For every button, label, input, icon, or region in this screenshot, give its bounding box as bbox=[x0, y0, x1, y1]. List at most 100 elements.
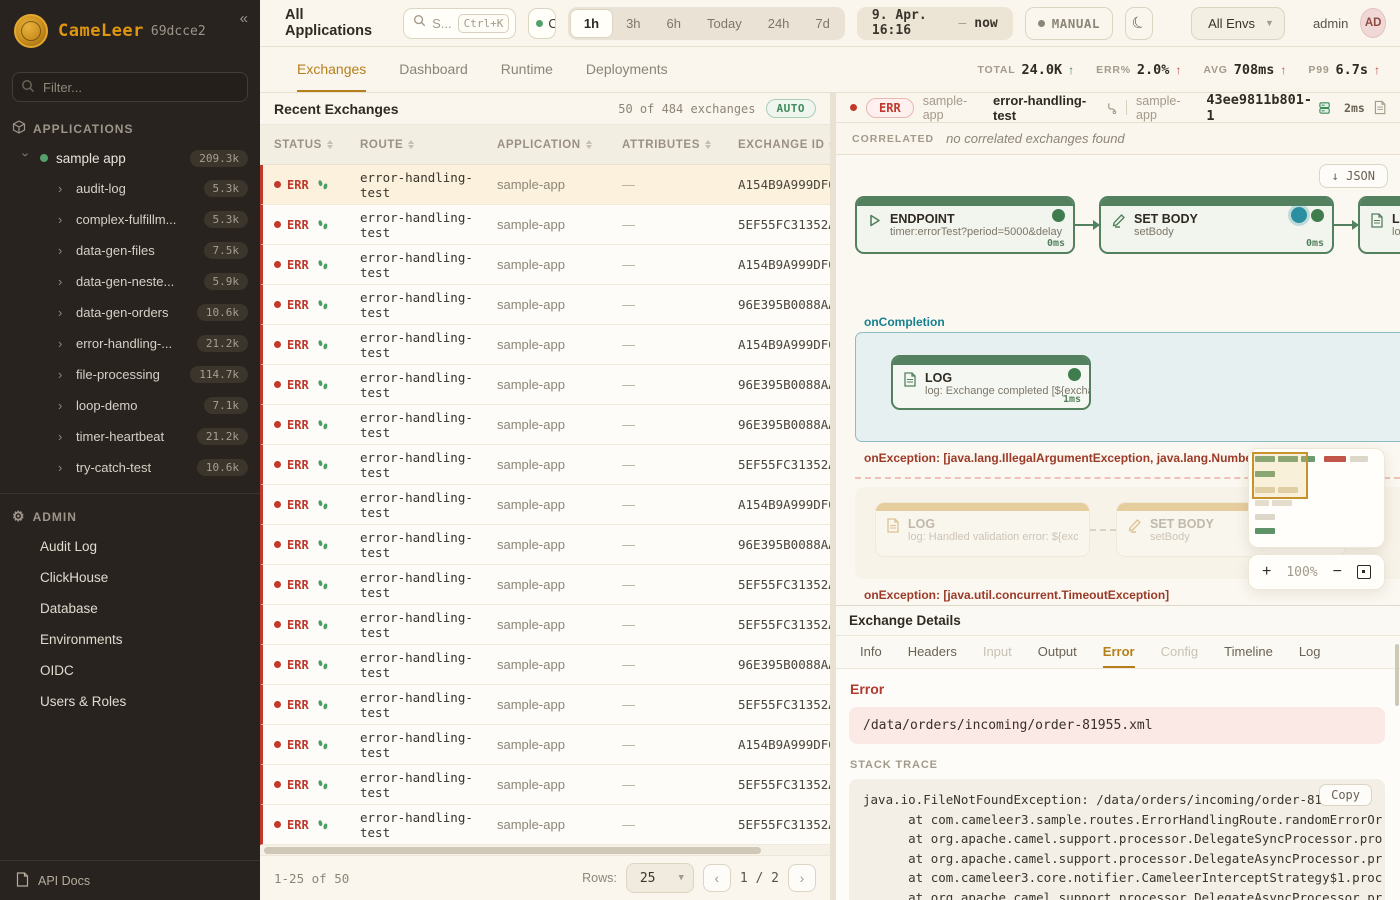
download-json-button[interactable]: ↓ JSON bbox=[1319, 164, 1388, 188]
chevron-right-icon[interactable]: › bbox=[58, 367, 70, 382]
dark-mode-toggle[interactable]: ☾ bbox=[1125, 7, 1153, 40]
admin-item-environments[interactable]: Environments bbox=[0, 624, 260, 655]
zoom-out-button[interactable]: − bbox=[1333, 564, 1342, 580]
flow-minimap[interactable] bbox=[1248, 448, 1385, 548]
table-row[interactable]: ERR error-handling-test sample-app — A15… bbox=[260, 165, 830, 205]
table-row[interactable]: ERR error-handling-test sample-app — 5EF… bbox=[260, 685, 830, 725]
time-range-3h[interactable]: 3h bbox=[613, 9, 653, 38]
details-tab-output[interactable]: Output bbox=[1038, 636, 1077, 668]
sidebar-route-item[interactable]: › file-processing 114.7k bbox=[0, 359, 260, 390]
admin-item-audit-log[interactable]: Audit Log bbox=[0, 531, 260, 562]
column-header-application[interactable]: APPLICATION bbox=[497, 139, 622, 151]
avatar[interactable]: AD bbox=[1360, 8, 1386, 38]
breakpoint-dot[interactable] bbox=[1291, 207, 1307, 223]
admin-item-clickhouse[interactable]: ClickHouse bbox=[0, 562, 260, 593]
auto-refresh-badge[interactable]: AUTO bbox=[766, 99, 817, 118]
sidebar-route-item[interactable]: › data-gen-files 7.5k bbox=[0, 235, 260, 266]
admin-item-users-roles[interactable]: Users & Roles bbox=[0, 686, 260, 717]
table-row[interactable]: ERR error-handling-test sample-app — 5EF… bbox=[260, 805, 830, 845]
flow-node[interactable]: ENDPOINT timer:errorTest?period=5000&del… bbox=[855, 196, 1075, 254]
route-flow-canvas[interactable]: ↓ JSON ENDPOINT timer:errorTest?period=5… bbox=[836, 155, 1400, 605]
sidebar-route-item[interactable]: › try-catch-test 10.6k bbox=[0, 452, 260, 483]
column-header-attributes[interactable]: ATTRIBUTES bbox=[622, 139, 738, 151]
sort-icon[interactable] bbox=[408, 140, 414, 149]
zoom-in-button[interactable]: + bbox=[1262, 564, 1271, 580]
exchange-id[interactable]: 43ee9811b801-1 bbox=[1206, 93, 1331, 123]
chevron-right-icon[interactable]: › bbox=[58, 398, 70, 413]
api-docs-link[interactable]: API Docs bbox=[0, 860, 260, 900]
horizontal-scrollbar[interactable] bbox=[260, 845, 830, 855]
details-tab-timeline[interactable]: Timeline bbox=[1224, 636, 1273, 668]
details-tab-info[interactable]: Info bbox=[860, 636, 882, 668]
scrollbar-thumb[interactable] bbox=[264, 847, 761, 854]
table-row[interactable]: ERR error-handling-test sample-app — 96E… bbox=[260, 645, 830, 685]
tab-runtime[interactable]: Runtime bbox=[501, 47, 553, 92]
table-row[interactable]: ERR error-handling-test sample-app — 5EF… bbox=[260, 765, 830, 805]
admin-item-database[interactable]: Database bbox=[0, 593, 260, 624]
fit-view-button[interactable] bbox=[1357, 565, 1371, 579]
next-page-button[interactable]: › bbox=[788, 864, 816, 892]
prev-page-button[interactable]: ‹ bbox=[703, 864, 731, 892]
sort-icon[interactable] bbox=[586, 140, 592, 149]
environment-select[interactable]: All Envs ▼ bbox=[1191, 7, 1285, 40]
date-range-picker[interactable]: 9. Apr. 16:16 — now bbox=[857, 7, 1013, 40]
table-row[interactable]: ERR error-handling-test sample-app — A15… bbox=[260, 245, 830, 285]
details-tab-config[interactable]: Config bbox=[1161, 636, 1199, 668]
details-tab-input[interactable]: Input bbox=[983, 636, 1012, 668]
table-row[interactable]: ERR error-handling-test sample-app — A15… bbox=[260, 725, 830, 765]
details-scrollbar-thumb[interactable] bbox=[1395, 644, 1399, 706]
chevron-right-icon[interactable]: › bbox=[58, 460, 70, 475]
tab-exchanges[interactable]: Exchanges bbox=[297, 47, 366, 92]
global-search[interactable]: S... Ctrl+K bbox=[403, 8, 516, 39]
details-tab-headers[interactable]: Headers bbox=[908, 636, 957, 668]
table-row[interactable]: ERR error-handling-test sample-app — 5EF… bbox=[260, 565, 830, 605]
column-header-route[interactable]: ROUTE bbox=[360, 139, 497, 151]
table-row[interactable]: ERR error-handling-test sample-app — 96E… bbox=[260, 365, 830, 405]
sidebar-item-sample-app[interactable]: › sample app 209.3k bbox=[0, 143, 260, 173]
details-tab-log[interactable]: Log bbox=[1299, 636, 1321, 668]
flow-node[interactable]: LOG log: Exchange completed [${exchan 1m… bbox=[891, 355, 1091, 410]
column-header-exchange-id[interactable]: EXCHANGE ID bbox=[738, 139, 830, 151]
minimap-viewport[interactable] bbox=[1252, 452, 1308, 499]
sort-icon[interactable] bbox=[327, 140, 333, 149]
time-range-today[interactable]: Today bbox=[694, 9, 755, 38]
table-row[interactable]: ERR error-handling-test sample-app — 96E… bbox=[260, 405, 830, 445]
details-tab-error[interactable]: Error bbox=[1103, 636, 1135, 668]
table-row[interactable]: ERR error-handling-test sample-app — 5EF… bbox=[260, 205, 830, 245]
sidebar-route-item[interactable]: › loop-demo 7.1k bbox=[0, 390, 260, 421]
chevron-right-icon[interactable]: › bbox=[58, 305, 70, 320]
chevron-right-icon[interactable]: › bbox=[58, 243, 70, 258]
chevron-right-icon[interactable]: › bbox=[58, 181, 70, 196]
tab-deployments[interactable]: Deployments bbox=[586, 47, 668, 92]
table-row[interactable]: ERR error-handling-test sample-app — 96E… bbox=[260, 285, 830, 325]
chevron-down-icon[interactable]: › bbox=[19, 152, 34, 164]
sidebar-route-item[interactable]: › complex-fulfillm... 5.3k bbox=[0, 204, 260, 235]
exception-flow-node[interactable]: LOG log: Handled validation error: ${exc… bbox=[875, 502, 1090, 557]
table-row[interactable]: ERR error-handling-test sample-app — 5EF… bbox=[260, 445, 830, 485]
sidebar-route-item[interactable]: › data-gen-neste... 5.9k bbox=[0, 266, 260, 297]
chevron-right-icon[interactable]: › bbox=[58, 274, 70, 289]
rows-per-page-select[interactable]: 25 ▼ bbox=[626, 863, 694, 893]
chevron-right-icon[interactable]: › bbox=[58, 212, 70, 227]
chevron-right-icon[interactable]: › bbox=[58, 336, 70, 351]
admin-item-oidc[interactable]: OIDC bbox=[0, 655, 260, 686]
flow-node[interactable]: LOG log: Sta bbox=[1358, 196, 1400, 254]
document-icon[interactable] bbox=[1374, 100, 1386, 115]
table-row[interactable]: ERR error-handling-test sample-app — 96E… bbox=[260, 525, 830, 565]
table-row[interactable]: ERR error-handling-test sample-app — 5EF… bbox=[260, 605, 830, 645]
sidebar-route-item[interactable]: › timer-heartbeat 21.2k bbox=[0, 421, 260, 452]
live-status-chip[interactable]: O bbox=[528, 8, 556, 39]
time-range-7d[interactable]: 7d bbox=[802, 9, 842, 38]
time-range-24h[interactable]: 24h bbox=[755, 9, 803, 38]
filter-input[interactable] bbox=[12, 72, 248, 102]
sidebar-route-item[interactable]: › data-gen-orders 10.6k bbox=[0, 297, 260, 328]
sidebar-route-item[interactable]: › audit-log 5.3k bbox=[0, 173, 260, 204]
detail-route-name[interactable]: error-handling-test bbox=[993, 93, 1117, 123]
copy-button[interactable]: Copy bbox=[1319, 784, 1372, 806]
sort-icon[interactable] bbox=[705, 140, 711, 149]
sidebar-collapse-icon[interactable]: « bbox=[240, 10, 248, 27]
time-range-6h[interactable]: 6h bbox=[654, 9, 694, 38]
time-range-1h[interactable]: 1h bbox=[570, 9, 613, 38]
tab-dashboard[interactable]: Dashboard bbox=[399, 47, 468, 92]
manual-refresh-button[interactable]: MANUAL bbox=[1025, 7, 1113, 40]
